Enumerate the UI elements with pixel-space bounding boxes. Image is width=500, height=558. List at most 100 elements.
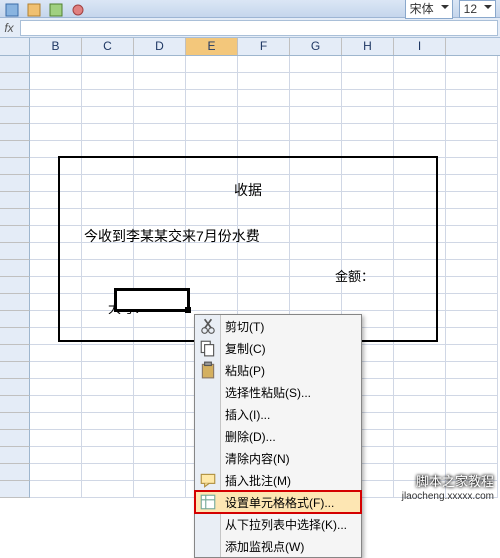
menu-item-cut[interactable]: 剪切(T) — [195, 315, 361, 337]
cell[interactable] — [30, 362, 82, 379]
cell[interactable] — [394, 430, 446, 447]
row-header[interactable] — [0, 447, 30, 464]
cell[interactable] — [446, 56, 498, 73]
cell[interactable] — [446, 328, 498, 345]
cell[interactable] — [446, 90, 498, 107]
cell[interactable] — [290, 107, 342, 124]
cell[interactable] — [446, 226, 498, 243]
row-header[interactable] — [0, 345, 30, 362]
font-name-dropdown[interactable]: 宋体 — [405, 0, 453, 19]
toolbar-icon-2[interactable] — [26, 2, 42, 16]
toolbar-icon-4[interactable] — [70, 2, 86, 16]
cell[interactable] — [134, 73, 186, 90]
cell[interactable] — [30, 481, 82, 498]
col-header[interactable]: B — [30, 38, 82, 55]
row-header[interactable] — [0, 192, 30, 209]
cell[interactable] — [82, 396, 134, 413]
cell[interactable] — [134, 396, 186, 413]
cell[interactable] — [82, 90, 134, 107]
menu-item-format-cells[interactable]: 设置单元格格式(F)... — [195, 491, 361, 513]
menu-item-insert-comment[interactable]: 插入批注(M) — [195, 469, 361, 491]
cell[interactable] — [446, 311, 498, 328]
cell[interactable] — [30, 464, 82, 481]
cell[interactable] — [30, 107, 82, 124]
row-header[interactable] — [0, 277, 30, 294]
cell[interactable] — [394, 396, 446, 413]
cell[interactable] — [238, 124, 290, 141]
cell[interactable] — [134, 413, 186, 430]
cell[interactable] — [30, 56, 82, 73]
menu-item-add-watch[interactable]: 添加监视点(W) — [195, 535, 361, 557]
row-header[interactable] — [0, 413, 30, 430]
col-header[interactable]: E — [186, 38, 238, 55]
cell[interactable] — [30, 447, 82, 464]
menu-item-dropdown-select[interactable]: 从下拉列表中选择(K)... — [195, 513, 361, 535]
row-header[interactable] — [0, 294, 30, 311]
cell[interactable] — [446, 107, 498, 124]
cell[interactable] — [446, 362, 498, 379]
cell[interactable] — [446, 277, 498, 294]
cell[interactable] — [238, 107, 290, 124]
row-header[interactable] — [0, 430, 30, 447]
cell[interactable] — [290, 56, 342, 73]
row-header[interactable] — [0, 90, 30, 107]
cell[interactable] — [446, 141, 498, 158]
cell[interactable] — [446, 345, 498, 362]
cell[interactable] — [394, 90, 446, 107]
cell[interactable] — [186, 90, 238, 107]
cell-grid[interactable]: // rows rendered below via loop 收据 今收到李某… — [0, 56, 500, 504]
cell[interactable] — [446, 260, 498, 277]
cell[interactable] — [134, 90, 186, 107]
row-header[interactable] — [0, 379, 30, 396]
cell[interactable] — [186, 56, 238, 73]
cell[interactable] — [134, 107, 186, 124]
row-header[interactable] — [0, 311, 30, 328]
cell[interactable] — [446, 192, 498, 209]
row-header[interactable] — [0, 396, 30, 413]
cell[interactable] — [82, 56, 134, 73]
cell[interactable] — [82, 107, 134, 124]
cell[interactable] — [446, 430, 498, 447]
row-header[interactable] — [0, 481, 30, 498]
cell[interactable] — [394, 345, 446, 362]
cell[interactable] — [394, 107, 446, 124]
cell[interactable] — [82, 73, 134, 90]
cell[interactable] — [134, 56, 186, 73]
cell[interactable] — [30, 396, 82, 413]
cell[interactable] — [342, 90, 394, 107]
cell[interactable] — [394, 124, 446, 141]
menu-item-paste[interactable]: 粘贴(P) — [195, 359, 361, 381]
fx-button[interactable]: fx — [0, 21, 18, 35]
cell[interactable] — [238, 56, 290, 73]
row-header[interactable] — [0, 464, 30, 481]
col-header[interactable]: I — [394, 38, 446, 55]
col-header[interactable]: D — [134, 38, 186, 55]
cell[interactable] — [394, 362, 446, 379]
cell[interactable] — [82, 464, 134, 481]
cell[interactable] — [446, 379, 498, 396]
cell[interactable] — [238, 90, 290, 107]
cell[interactable] — [82, 124, 134, 141]
cell[interactable] — [134, 345, 186, 362]
cell[interactable] — [446, 158, 498, 175]
cell[interactable] — [30, 379, 82, 396]
cell[interactable] — [30, 413, 82, 430]
row-header[interactable] — [0, 141, 30, 158]
cell[interactable] — [30, 90, 82, 107]
cell[interactable] — [342, 124, 394, 141]
col-header[interactable]: H — [342, 38, 394, 55]
row-header[interactable] — [0, 73, 30, 90]
cell[interactable] — [394, 56, 446, 73]
col-header[interactable]: G — [290, 38, 342, 55]
row-header[interactable] — [0, 243, 30, 260]
cell[interactable] — [446, 413, 498, 430]
row-header[interactable] — [0, 158, 30, 175]
cell[interactable] — [82, 481, 134, 498]
cell[interactable] — [134, 430, 186, 447]
cell[interactable] — [394, 447, 446, 464]
menu-item-insert[interactable]: 插入(I)... — [195, 403, 361, 425]
cell[interactable] — [186, 73, 238, 90]
cell[interactable] — [446, 73, 498, 90]
menu-item-copy[interactable]: 复制(C) — [195, 337, 361, 359]
cell[interactable] — [82, 413, 134, 430]
